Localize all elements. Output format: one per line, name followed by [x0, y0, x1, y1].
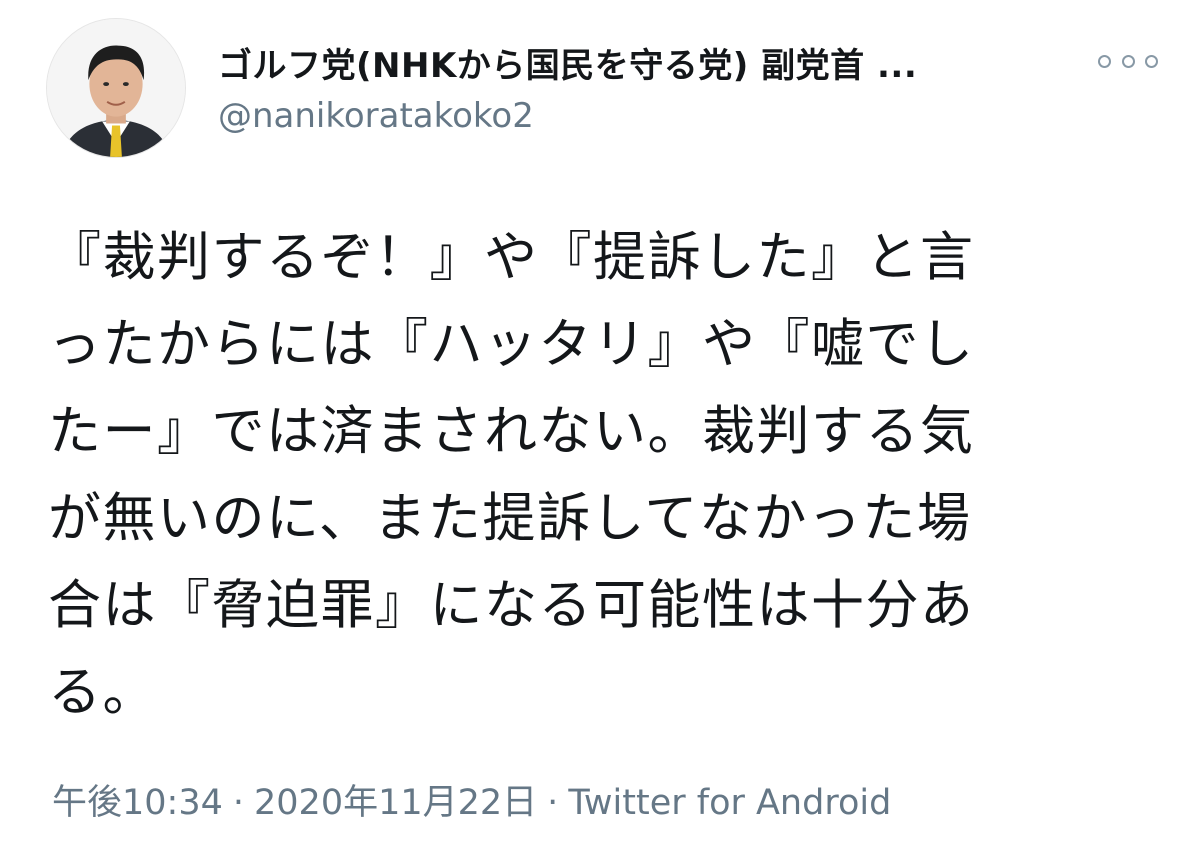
- tweet-text-line: ったからには『ハッタリ』や『嘘でし: [48, 314, 975, 375]
- more-horizontal-icon-dot: [1121, 54, 1135, 68]
- meta-separator: ·: [547, 783, 559, 823]
- tweet-source-link[interactable]: Twitter for Android: [568, 783, 891, 823]
- more-horizontal-icon: [1098, 54, 1111, 68]
- author-display-name[interactable]: ゴルフ党(NHKから国民を守る党) 副党首 ...: [218, 38, 917, 87]
- tweet-text: 『裁判するぞ！』や『提訴した』と言 ったからには『ハッタリ』や『嘘でし たー』で…: [48, 214, 1158, 736]
- meta-separator: ·: [232, 783, 245, 823]
- more-options-button[interactable]: [1098, 46, 1158, 76]
- more-horizontal-icon-dot: [1145, 54, 1158, 68]
- tweet-time[interactable]: 午後10:34: [52, 783, 223, 823]
- tweet-text-line: る。: [48, 662, 157, 723]
- avatar[interactable]: [46, 18, 186, 158]
- tweet-text-line: が無いのに、また提訴してなかった場: [48, 488, 972, 549]
- tweet-card: ゴルフ党(NHKから国民を守る党) 副党首 ... @nanikoratakok…: [0, 0, 1200, 841]
- tweet-metadata: 午後10:34 · 2020年11月22日 · Twitter for Android: [52, 774, 891, 825]
- author-handle[interactable]: @nanikoratakoko2: [218, 96, 534, 136]
- tweet-date[interactable]: 2020年11月22日: [254, 783, 537, 823]
- tweet-text-line: 『裁判するぞ！』や『提訴した』と言: [48, 227, 975, 288]
- tweet-text-line: たー』では済まされない。裁判する気: [48, 401, 975, 462]
- avatar-photo-icon: [47, 19, 185, 157]
- tweet-text-line: 合は『脅迫罪』になる可能性は十分あ: [48, 575, 975, 636]
